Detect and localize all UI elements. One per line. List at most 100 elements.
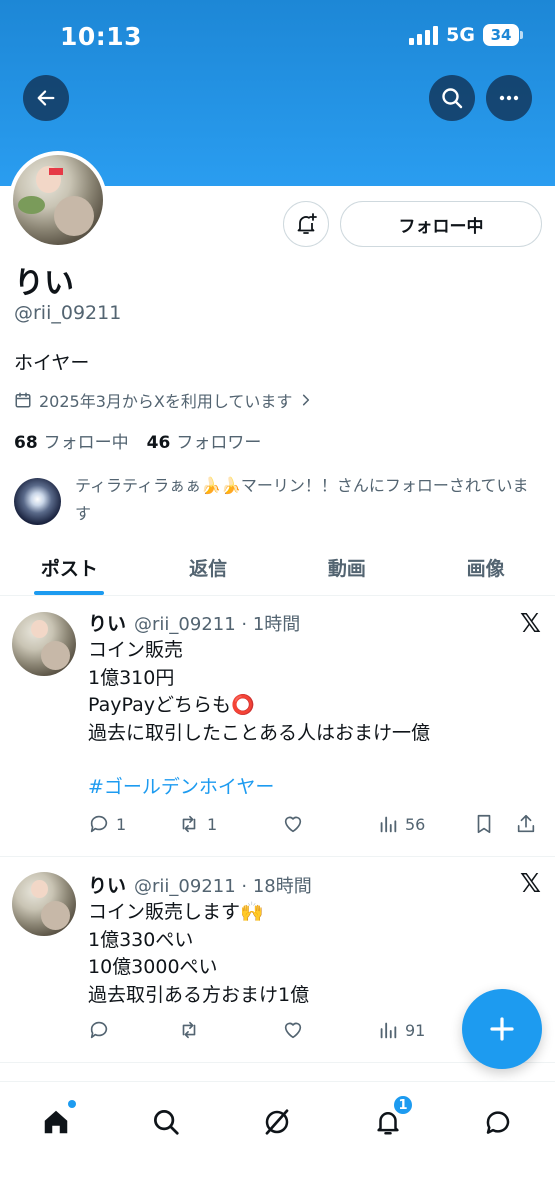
- joined-date[interactable]: 2025年3月からXを利用しています: [14, 388, 313, 412]
- home-icon: [44, 1110, 68, 1134]
- post-line: 過去に取引したことある人はおまけ一億: [88, 721, 431, 744]
- tab-videos[interactable]: 動画: [278, 540, 417, 595]
- post-line: 1億310円: [88, 666, 175, 689]
- repost-button[interactable]: 1: [177, 813, 281, 835]
- following-count: 68: [14, 433, 38, 453]
- followers-count: 46: [146, 433, 171, 453]
- post-line: コイン販売: [88, 639, 184, 661]
- grok-icon: [265, 1109, 289, 1135]
- profile-bio: ホイヤー: [14, 352, 90, 374]
- chevron-right-icon: [303, 394, 310, 406]
- profile-tabs: ポスト 返信 動画 画像: [0, 540, 555, 596]
- bell-plus-icon: [297, 213, 317, 234]
- bottom-nav: 1: [0, 1081, 555, 1200]
- followed-by-text: ティラティラぁぁ🍌🍌マーリン！！さんにフォローされています: [75, 476, 529, 523]
- post-meta: @rii_09211 · 18時間: [134, 876, 312, 897]
- joined-label: 2025年3月からXを利用しています: [39, 392, 293, 411]
- notify-button[interactable]: [283, 201, 329, 247]
- reply-button[interactable]: 1: [88, 813, 177, 835]
- bookmark-button[interactable]: [473, 813, 515, 835]
- post-author: りい: [88, 875, 127, 897]
- tab-replies[interactable]: 返信: [139, 540, 278, 595]
- tab-images[interactable]: 画像: [416, 540, 555, 595]
- search-button[interactable]: [429, 75, 475, 121]
- post-item[interactable]: りい @rii_09211 · 1時間 𝕏 コイン販売 1億310円 PayPa…: [0, 597, 555, 857]
- follow-stats: 68 フォロー中 46 フォロワー: [14, 428, 261, 453]
- views-count: 91: [405, 1020, 426, 1040]
- post-avatar[interactable]: [12, 872, 76, 936]
- more-button[interactable]: [486, 75, 532, 121]
- unread-dot: [68, 1100, 76, 1108]
- repost-count: 1: [207, 814, 218, 834]
- nav-grok[interactable]: [257, 1102, 297, 1142]
- post-meta: @rii_09211 · 1時間: [134, 614, 301, 635]
- profile-avatar[interactable]: [9, 151, 107, 249]
- compose-button[interactable]: [462, 989, 542, 1069]
- views-count: 56: [405, 814, 426, 834]
- chart-icon: [380, 816, 397, 833]
- nav-home[interactable]: [36, 1100, 76, 1142]
- post-line: コイン販売します🙌: [88, 901, 264, 923]
- profile-handle: @rii_09211: [14, 302, 122, 324]
- nav-notifications[interactable]: 1: [368, 1094, 414, 1142]
- search-icon: [442, 88, 463, 109]
- signal-icon: [409, 25, 439, 45]
- post-avatar[interactable]: [12, 612, 76, 676]
- more-icon: [499, 95, 519, 101]
- repost-icon: [182, 1021, 196, 1039]
- follower-avatar: [14, 478, 61, 525]
- chart-icon: [380, 1022, 397, 1039]
- post-line: 10億3000ぺい: [88, 956, 218, 978]
- bookmark-icon: [477, 814, 491, 834]
- following-label: フォロー中: [43, 433, 129, 453]
- post-actions: 1 1 56: [88, 813, 543, 835]
- reply-button[interactable]: [88, 1019, 177, 1041]
- reply-icon: [90, 815, 108, 833]
- battery-icon: 34: [483, 24, 523, 46]
- notification-badge: 1: [392, 1094, 414, 1116]
- views-button[interactable]: 91: [377, 1019, 473, 1041]
- share-icon: [517, 814, 535, 833]
- x-logo-icon: 𝕏: [520, 869, 541, 899]
- views-button[interactable]: 56: [377, 813, 473, 835]
- calendar-icon: [15, 392, 31, 408]
- message-icon: [486, 1111, 510, 1134]
- following-button[interactable]: フォロー中: [340, 201, 542, 247]
- status-time: 10:13: [60, 22, 143, 51]
- post-line: 1億330ぺい: [88, 928, 194, 951]
- followed-by[interactable]: ティラティラぁぁ🍌🍌マーリン！！さんにフォローされています: [14, 472, 544, 528]
- network-label: 5G: [446, 24, 475, 46]
- avatar-image: [13, 155, 103, 245]
- followers-stat[interactable]: 46 フォロワー: [147, 428, 262, 453]
- followers-label: フォロワー: [176, 433, 262, 453]
- post-text: コイン販売します🙌 1億330ぺい 10億3000ぺい 過去取引ある方おまけ1億: [88, 899, 309, 1009]
- search-icon: [154, 1110, 179, 1135]
- tab-posts[interactable]: ポスト: [0, 540, 139, 595]
- heart-icon: [284, 1022, 302, 1039]
- post-line: 過去取引ある方おまけ1億: [88, 983, 310, 1006]
- post-author: りい: [88, 613, 127, 635]
- reply-count: 1: [116, 814, 127, 834]
- share-button[interactable]: [515, 813, 537, 835]
- arrow-left-icon: [37, 90, 55, 106]
- like-button[interactable]: [281, 813, 377, 835]
- post-text: コイン販売 1億310円 PayPayどちらも⭕ 過去に取引したことある人はおま…: [88, 637, 430, 802]
- reply-icon: [90, 1021, 108, 1039]
- battery-level: 34: [490, 26, 512, 44]
- plus-icon: [490, 1017, 514, 1041]
- repost-button[interactable]: [177, 1019, 281, 1041]
- back-button[interactable]: [23, 75, 69, 121]
- like-button[interactable]: [281, 1019, 377, 1041]
- x-logo-icon: 𝕏: [520, 609, 541, 639]
- status-indicators: 5G 34: [409, 24, 523, 46]
- repost-icon: [182, 815, 196, 833]
- heart-icon: [284, 816, 302, 833]
- nav-messages[interactable]: [478, 1102, 518, 1142]
- following-stat[interactable]: 68 フォロー中: [14, 428, 129, 453]
- profile-name: りい: [14, 266, 74, 301]
- post-line: PayPayどちらも⭕: [88, 694, 255, 716]
- nav-search[interactable]: [146, 1102, 186, 1142]
- hashtag-link[interactable]: #ゴールデンホイヤー: [88, 774, 430, 802]
- post-header: りい @rii_09211 · 1時間: [88, 609, 300, 636]
- post-header: りい @rii_09211 · 18時間: [88, 871, 312, 898]
